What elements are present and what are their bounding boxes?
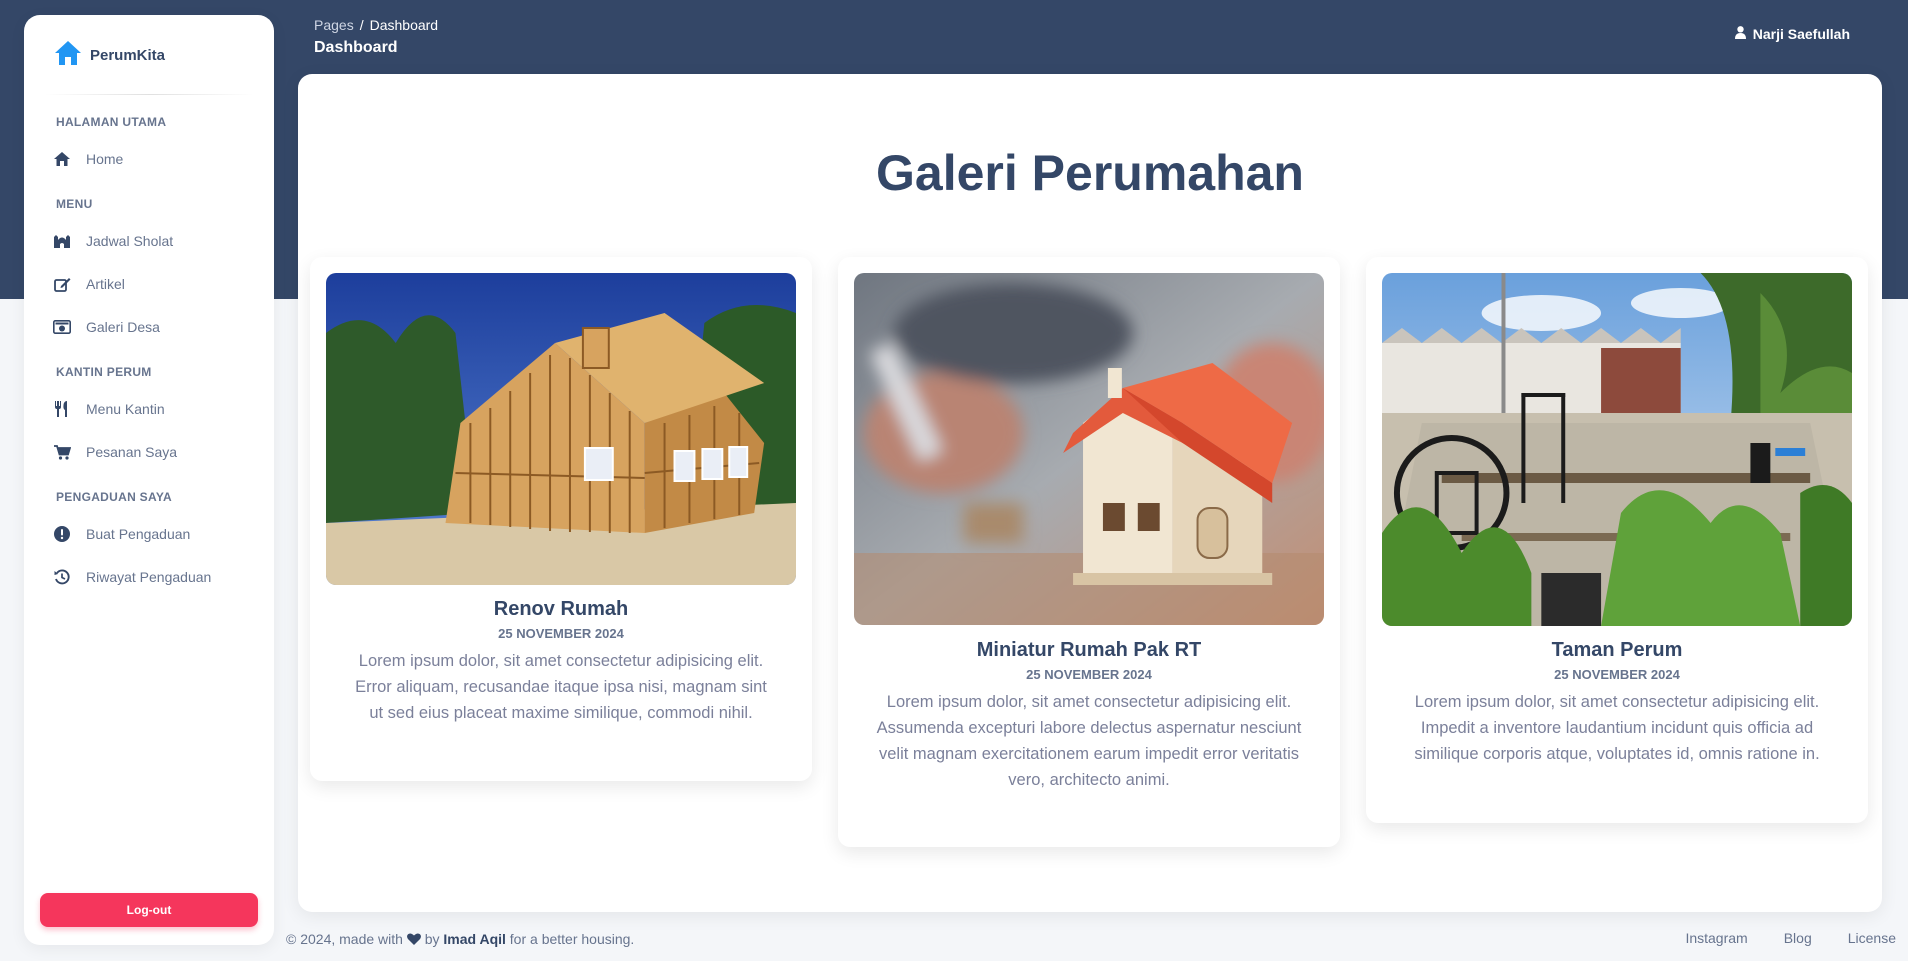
logout-button[interactable]: Log-out <box>40 893 258 927</box>
brand-link[interactable]: PerumKita <box>54 35 165 75</box>
footer-copy-by: by <box>424 931 440 947</box>
footer-links: Instagram Blog License <box>1685 930 1896 946</box>
mosque-icon <box>52 231 72 251</box>
card-date: 25 NOVEMBER 2024 <box>498 626 624 641</box>
breadcrumb-separator: / <box>359 17 364 33</box>
card-date: 25 NOVEMBER 2024 <box>1554 667 1680 682</box>
section-halaman-utama: HALAMAN UTAMA <box>56 115 167 129</box>
sidebar-item-label: Galeri Desa <box>86 319 160 335</box>
gallery-panel: Galeri Perumahan Renov Rumah 25 NOVEMBER… <box>298 74 1882 912</box>
footer-copy-suffix: for a better housing. <box>509 931 635 947</box>
breadcrumb-current: Dashboard <box>369 17 439 33</box>
gallery-card: Miniatur Rumah Pak RT 25 NOVEMBER 2024 L… <box>838 257 1340 847</box>
sidebar-item-label: Menu Kantin <box>86 401 165 417</box>
history-icon <box>52 567 72 587</box>
breadcrumb: Pages / Dashboard <box>314 17 438 33</box>
card-date: 25 NOVEMBER 2024 <box>1026 667 1152 682</box>
sidebar-item-riwayat-pengaduan[interactable]: Riwayat Pengaduan <box>52 559 262 595</box>
sidebar-item-menu-kantin[interactable]: Menu Kantin <box>52 391 262 427</box>
gallery-card: Taman Perum 25 NOVEMBER 2024 Lorem ipsum… <box>1366 257 1868 823</box>
sidebar-item-artikel[interactable]: Artikel <box>52 266 262 302</box>
footer-copyright: © 2024, made with by Imad Aqil for a bet… <box>286 931 634 947</box>
breadcrumb-pages[interactable]: Pages <box>314 17 354 33</box>
user-icon <box>1734 26 1746 42</box>
sidebar-item-label: Jadwal Sholat <box>86 233 174 249</box>
card-description: Lorem ipsum dolor, sit amet consectetur … <box>355 652 767 722</box>
exclamation-icon <box>52 524 72 544</box>
gallery-card: Renov Rumah 25 NOVEMBER 2024 Lorem ipsum… <box>310 257 812 781</box>
footer-link-license[interactable]: License <box>1848 930 1896 946</box>
edit-icon <box>52 274 72 294</box>
footer-link-instagram[interactable]: Instagram <box>1685 930 1747 946</box>
user-name: Narji Saefullah <box>1752 26 1850 42</box>
home-icon <box>52 149 72 169</box>
section-kantin-perum: KANTIN PERUM <box>56 365 152 379</box>
sidebar-item-galeri-desa[interactable]: Galeri Desa <box>52 309 262 345</box>
utensils-icon <box>52 399 72 419</box>
card-description: Lorem ipsum dolor, sit amet consectetur … <box>876 693 1302 789</box>
sidebar-item-label: Pesanan Saya <box>86 444 178 460</box>
sidebar-item-buat-pengaduan[interactable]: Buat Pengaduan <box>52 516 262 552</box>
cart-icon <box>52 442 72 462</box>
sidebar-item-jadwal-sholat[interactable]: Jadwal Sholat <box>52 223 262 259</box>
card-title: Renov Rumah <box>493 598 629 620</box>
gallery-title: Galeri Perumahan <box>876 145 1304 201</box>
page-title: Dashboard <box>314 39 398 56</box>
heart-icon <box>406 931 421 947</box>
footer-copy-prefix: © 2024, made with <box>286 931 403 947</box>
sidebar-item-pesanan-saya[interactable]: Pesanan Saya <box>52 434 262 470</box>
section-pengaduan-saya: PENGADUAN SAYA <box>56 490 173 504</box>
card-image-renov-rumah <box>326 273 796 585</box>
sidebar-item-label: Buat Pengaduan <box>86 526 191 542</box>
card-title: Taman Perum <box>1551 639 1683 661</box>
card-description: Lorem ipsum dolor, sit amet consectetur … <box>1414 693 1820 763</box>
section-menu: MENU <box>56 197 93 211</box>
user-profile-link[interactable]: Narji Saefullah <box>1734 26 1850 42</box>
house-icon <box>54 40 82 71</box>
footer-author-link[interactable]: Imad Aqil <box>443 931 506 947</box>
brand-divider <box>44 94 254 95</box>
card-image-miniatur-rumah <box>854 273 1324 625</box>
sidebar-item-home[interactable]: Home <box>52 141 262 177</box>
sidebar-item-label: Artikel <box>86 276 125 292</box>
footer-link-blog[interactable]: Blog <box>1784 930 1812 946</box>
card-title: Miniatur Rumah Pak RT <box>976 639 1202 661</box>
sidebar-item-label: Home <box>86 151 124 167</box>
brand-name: PerumKita <box>90 46 166 64</box>
sidebar: PerumKita HALAMAN UTAMA Home MENU Jadwal… <box>24 15 274 945</box>
sidebar-item-label: Riwayat Pengaduan <box>86 569 212 585</box>
camera-icon <box>52 317 72 337</box>
card-image-taman-perum <box>1382 273 1852 626</box>
